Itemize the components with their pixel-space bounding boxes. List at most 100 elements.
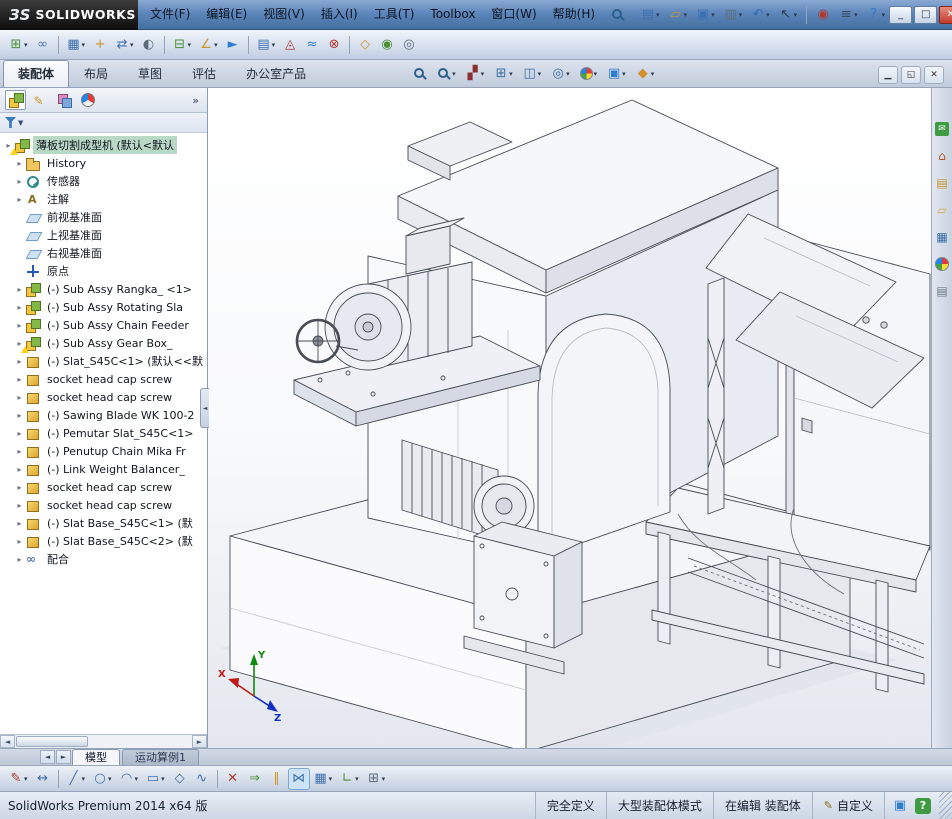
scroll-right-button[interactable]: ► bbox=[192, 735, 207, 748]
expand-arrow-icon[interactable]: ▸ bbox=[14, 285, 25, 294]
expand-arrow-icon[interactable]: ▸ bbox=[14, 195, 25, 204]
menu-item[interactable]: Toolbox bbox=[422, 0, 483, 29]
tree-item[interactable]: 上视基准面 bbox=[0, 226, 207, 244]
maximize-button[interactable]: □ bbox=[914, 6, 937, 24]
print-button[interactable]: ▥▾ bbox=[720, 3, 747, 27]
tree-item[interactable]: ▸注解 bbox=[0, 190, 207, 208]
save-button[interactable]: ▣▾ bbox=[692, 3, 719, 27]
tree-item[interactable]: ▸(-) Pemutar Slat_S45C<1> bbox=[0, 424, 207, 442]
tree-item[interactable]: ▸(-) Sub Assy Rangka_ <1> bbox=[0, 280, 207, 298]
tree-item[interactable]: ▸(-) Sub Assy Gear Box_ bbox=[0, 334, 207, 352]
tree-item[interactable]: ▸History bbox=[0, 154, 207, 172]
convert-entities-button[interactable]: ⇒ bbox=[244, 768, 266, 790]
expand-arrow-icon[interactable]: ▸ bbox=[14, 321, 25, 330]
spline-button[interactable]: ∿ bbox=[191, 768, 213, 790]
solidworks-forum-button[interactable]: ✉ bbox=[933, 120, 951, 138]
scrollbar-track[interactable] bbox=[15, 735, 192, 748]
expand-arrow-icon[interactable]: ▸ bbox=[14, 465, 25, 474]
tree-item[interactable]: 原点 bbox=[0, 262, 207, 280]
trim-entities-button[interactable]: ✕ bbox=[222, 768, 244, 790]
tree-item[interactable]: ▸(-) Link Weight Balancer_ bbox=[0, 460, 207, 478]
expand-arrow-icon[interactable]: ▸ bbox=[14, 177, 25, 186]
zoom-to-fit-button[interactable] bbox=[409, 63, 431, 85]
tree-item[interactable]: ▸socket head cap screw bbox=[0, 388, 207, 406]
tab-scroll-left-button[interactable]: ◄ bbox=[40, 750, 55, 764]
tree-item[interactable]: 前视基准面 bbox=[0, 208, 207, 226]
tree-item[interactable]: ▸(-) Sawing Blade WK 100-2 bbox=[0, 406, 207, 424]
tree-item[interactable]: ▸薄板切割成型机 (默认<默认 bbox=[0, 136, 207, 154]
view-orientation-button[interactable]: ⊞▾ bbox=[490, 63, 517, 85]
take-snapshot-button[interactable]: ◎ bbox=[398, 33, 420, 57]
close-button[interactable]: ✕ bbox=[939, 6, 952, 24]
view-palette-button[interactable]: ▦ bbox=[933, 228, 951, 246]
new-button[interactable]: ▤▾ bbox=[637, 3, 664, 27]
search-button[interactable] bbox=[609, 6, 627, 23]
expand-arrow-icon[interactable]: ▸ bbox=[14, 501, 25, 510]
customize-status-button[interactable]: ✎ 自定义 bbox=[812, 792, 884, 819]
panel-collapse-handle[interactable]: ◄ bbox=[200, 388, 209, 428]
document-minimize-button[interactable]: ▁ bbox=[878, 66, 898, 84]
quick-snaps-button[interactable]: ⊞▾ bbox=[363, 768, 390, 790]
reference-geometry-button[interactable]: ∠▾ bbox=[195, 33, 222, 57]
show-hidden-components-button[interactable]: ◐ bbox=[138, 33, 160, 57]
smart-fasteners-button[interactable]: + bbox=[89, 33, 111, 57]
mirror-entities-button[interactable]: ⋈ bbox=[288, 768, 310, 790]
configurationmanager-tab[interactable] bbox=[53, 90, 74, 110]
open-button[interactable]: ▱▾ bbox=[665, 3, 692, 27]
document-tab[interactable]: 模型 bbox=[72, 749, 120, 765]
help-options-button[interactable]: ▣ bbox=[889, 796, 911, 816]
tree-item[interactable]: ▸(-) Sub Assy Rotating Sla bbox=[0, 298, 207, 316]
expand-arrow-icon[interactable]: ▸ bbox=[14, 429, 25, 438]
apply-scene-button[interactable]: ▣▾ bbox=[603, 63, 630, 85]
resize-grip[interactable] bbox=[939, 792, 952, 819]
featuremanager-tab[interactable] bbox=[5, 90, 26, 110]
file-explorer-button[interactable]: ▱ bbox=[933, 201, 951, 219]
command-tab[interactable]: 草图 bbox=[123, 60, 177, 87]
menu-item[interactable]: 插入(I) bbox=[313, 0, 366, 29]
custom-properties-button[interactable]: ▤ bbox=[933, 282, 951, 300]
tree-item[interactable]: ▸(-) Sub Assy Chain Feeder bbox=[0, 316, 207, 334]
propertymanager-tab[interactable] bbox=[29, 90, 50, 110]
document-close-button[interactable]: ✕ bbox=[924, 66, 944, 84]
menu-item[interactable]: 文件(F) bbox=[142, 0, 198, 29]
expand-arrow-icon[interactable]: ▸ bbox=[14, 447, 25, 456]
line-button[interactable]: ╱▾ bbox=[63, 768, 90, 790]
menu-item[interactable]: 视图(V) bbox=[255, 0, 313, 29]
expand-arrow-icon[interactable]: ▸ bbox=[14, 519, 25, 528]
scroll-left-button[interactable]: ◄ bbox=[0, 735, 15, 748]
command-tab[interactable]: 装配体 bbox=[3, 60, 69, 87]
instant-3d-button[interactable]: ◇ bbox=[354, 33, 376, 57]
select-button[interactable]: ↖▾ bbox=[775, 3, 802, 27]
expand-arrow-icon[interactable]: ▸ bbox=[14, 357, 25, 366]
new-motion-study-button[interactable]: ► bbox=[222, 33, 244, 57]
linear-sketch-pattern-button[interactable]: ▦▾ bbox=[310, 768, 337, 790]
tree-item[interactable]: ▸配合 bbox=[0, 550, 207, 568]
minimize-button[interactable]: _ bbox=[889, 6, 912, 24]
menu-item[interactable]: 窗口(W) bbox=[483, 0, 544, 29]
hide-show-items-button[interactable]: ◎▾ bbox=[547, 63, 574, 85]
tree-item[interactable]: ▸socket head cap screw bbox=[0, 370, 207, 388]
expand-arrow-icon[interactable]: ▸ bbox=[14, 375, 25, 384]
insert-component-button[interactable]: ⊞▾ bbox=[5, 33, 32, 57]
offset-entities-button[interactable]: ∥ bbox=[266, 768, 288, 790]
help-button[interactable]: ?▾ bbox=[863, 3, 890, 27]
undo-button[interactable]: ↶▾ bbox=[747, 3, 774, 27]
tree-item[interactable]: ▸传感器 bbox=[0, 172, 207, 190]
tree-item[interactable]: ▸socket head cap screw bbox=[0, 496, 207, 514]
command-tab[interactable]: 办公室产品 bbox=[231, 60, 321, 87]
exploded-view-button[interactable]: ◬ bbox=[279, 33, 301, 57]
edit-appearance-button[interactable]: ▾ bbox=[576, 63, 602, 85]
explode-line-sketch-button[interactable]: ≈ bbox=[301, 33, 323, 57]
interference-detection-button[interactable]: ⊗ bbox=[323, 33, 345, 57]
design-library-button[interactable]: ▤ bbox=[933, 174, 951, 192]
zoom-to-area-button[interactable]: ▾ bbox=[433, 63, 460, 85]
section-view-button[interactable]: ▞▾ bbox=[462, 63, 489, 85]
expand-arrow-icon[interactable]: ▸ bbox=[14, 483, 25, 492]
expand-arrow-icon[interactable]: ▸ bbox=[14, 159, 25, 168]
scrollbar-thumb[interactable] bbox=[16, 736, 88, 747]
circle-button[interactable]: ○▾ bbox=[89, 768, 116, 790]
expand-arrow-icon[interactable]: ▸ bbox=[14, 537, 25, 546]
displaymanager-tab[interactable] bbox=[77, 90, 98, 110]
expand-arrow-icon[interactable]: ▸ bbox=[14, 393, 25, 402]
tree-item[interactable]: 右视基准面 bbox=[0, 244, 207, 262]
